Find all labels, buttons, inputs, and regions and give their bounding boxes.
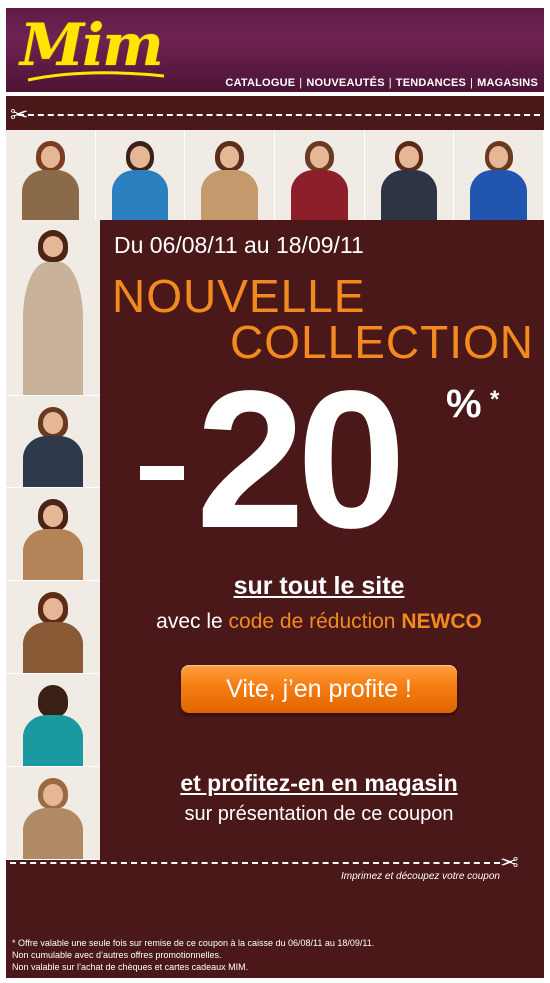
nav-magasins[interactable]: MAGASINS	[477, 77, 538, 89]
code-label: code de réduction	[228, 610, 402, 633]
photo-model-camel-coat-crouching[interactable]	[6, 488, 100, 582]
promo-code-line: avec le code de réduction NEWCO	[100, 610, 538, 634]
disclaimer-line: Non valable sur l’achat de chèques et ca…	[12, 962, 249, 972]
discount-minus-sign	[140, 466, 184, 480]
photo-model-beige-coat[interactable]	[185, 130, 276, 220]
logo-swoosh-icon	[27, 71, 165, 82]
photo-model-trench-scarf[interactable]	[6, 220, 100, 396]
photo-model-navy-cardigan[interactable]	[364, 130, 455, 220]
nav-separator: |	[388, 77, 392, 89]
header-bar: Mim CATALOGUE | NOUVEAUTÉS | TENDANCES |…	[6, 8, 544, 92]
header-divider	[6, 92, 544, 96]
promo-dates: Du 06/08/11 au 18/09/11	[114, 232, 364, 258]
photo-column-left	[6, 220, 100, 861]
nav-catalogue[interactable]: CATALOGUE	[225, 77, 295, 89]
sitewide-label: sur tout le site	[233, 572, 405, 600]
discount-number: 20	[196, 350, 406, 569]
promo-title-line1: NOUVELLE	[112, 270, 366, 322]
code-prefix: avec le	[156, 610, 229, 633]
discount-percent: %	[446, 382, 482, 426]
nav-separator: |	[299, 77, 303, 89]
photo-model-teal-back[interactable]	[6, 674, 100, 768]
photo-model-leopard-coat[interactable]	[6, 130, 96, 220]
nav-tendances[interactable]: TENDANCES	[396, 77, 466, 89]
print-note: Imprimez et découpez votre coupon	[341, 871, 500, 882]
scissors-icon: ✂	[500, 850, 519, 875]
photo-model-brown-jacket[interactable]	[6, 581, 100, 675]
disclaimer-line: Non cumulable avec d’autres offres promo…	[12, 950, 222, 960]
nav-nouveautes[interactable]: NOUVEAUTÉS	[306, 77, 384, 89]
photo-model-blue-top[interactable]	[95, 130, 186, 220]
nav-separator: |	[470, 77, 474, 89]
disclaimer: * Offre valable une seule fois sur remis…	[12, 937, 374, 973]
photo-model-cardigan-sitting[interactable]	[6, 395, 100, 489]
cut-line-bottom	[10, 862, 500, 864]
photo-model-blue-puffer[interactable]	[454, 130, 545, 220]
promo-code: NEWCO	[401, 610, 482, 633]
photo-model-varsity-jacket[interactable]	[275, 130, 365, 220]
photo-model-knit-hat[interactable]	[6, 767, 100, 861]
store-offer-title: et profitez-en en magasin	[180, 770, 458, 796]
store-offer-subtitle: sur présentation de ce coupon	[184, 803, 454, 825]
photo-strip-top	[6, 130, 545, 220]
disclaimer-line: * Offre valable une seule fois sur remis…	[12, 938, 375, 948]
discount-asterisk: *	[490, 386, 500, 413]
top-nav: CATALOGUE | NOUVEAUTÉS | TENDANCES | MAG…	[225, 77, 538, 89]
cut-line-top	[18, 114, 540, 116]
cta-button[interactable]: Vite, j’en profite !	[181, 665, 457, 713]
